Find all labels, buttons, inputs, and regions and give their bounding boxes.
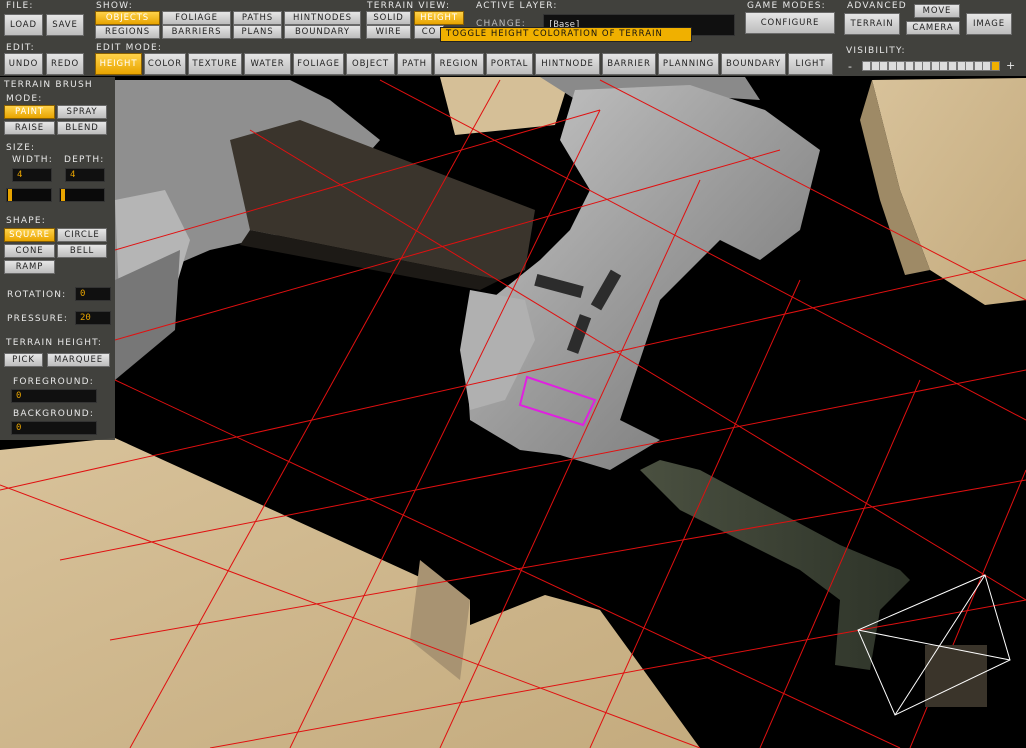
brush-width-slider-knob[interactable] <box>8 189 12 201</box>
game-modes-label: Game Modes: <box>747 1 826 11</box>
visibility-label: Visibility: <box>846 46 906 56</box>
foreground-height-field[interactable]: 0 <box>11 389 97 403</box>
visibility-decrease-button[interactable]: - <box>848 60 853 73</box>
image-mode-button[interactable]: Image <box>966 13 1012 35</box>
pressure-field[interactable]: 20 <box>75 311 111 325</box>
terrain-viewport[interactable] <box>0 0 1026 748</box>
edit-mode-barrier-tab[interactable]: Barrier <box>602 53 656 75</box>
file-label: File: <box>6 1 34 11</box>
brush-spray-button[interactable]: Spray <box>57 105 107 119</box>
show-hintnodes-toggle[interactable]: HintNodes <box>284 11 361 25</box>
height-pick-button[interactable]: Pick <box>4 353 43 367</box>
foreground-label: Foreground: <box>13 377 94 387</box>
edit-mode-texture-tab[interactable]: Texture <box>188 53 242 75</box>
edit-mode-path-tab[interactable]: Path <box>397 53 432 75</box>
configure-button[interactable]: Configure <box>745 12 835 34</box>
redo-button[interactable]: Redo <box>46 53 84 75</box>
terrain-view-solid-button[interactable]: Solid <box>366 11 411 25</box>
terrain-height-label: Terrain Height: <box>6 338 103 348</box>
edit-mode-boundary-tab[interactable]: Boundary <box>721 53 786 75</box>
brush-depth-slider[interactable] <box>59 188 105 202</box>
brush-depth-field[interactable]: 4 <box>65 168 105 182</box>
edit-mode-light-tab[interactable]: Light <box>788 53 833 75</box>
visibility-step[interactable] <box>991 61 1000 71</box>
height-toggle-tooltip: Toggle height coloration of terrain <box>440 27 692 42</box>
show-foliage-toggle[interactable]: Foliage <box>162 11 231 25</box>
terrain-mode-button[interactable]: Terrain <box>844 13 900 35</box>
rotation-field[interactable]: 0 <box>75 287 111 301</box>
edit-mode-planning-tab[interactable]: Planning <box>658 53 719 75</box>
shape-circle-button[interactable]: Circle <box>57 228 107 242</box>
pressure-label: Pressure: <box>7 314 69 324</box>
shape-cone-button[interactable]: Cone <box>4 244 55 258</box>
terrain-brush-panel: Terrain Brush Mode: Paint Spray Raise Bl… <box>0 77 115 440</box>
undo-button[interactable]: Undo <box>4 53 43 75</box>
save-button[interactable]: Save <box>46 14 84 36</box>
show-paths-toggle[interactable]: Paths <box>233 11 282 25</box>
terrain-view-height-button[interactable]: Height <box>414 11 464 25</box>
edit-mode-hintnode-tab[interactable]: HintNode <box>535 53 600 75</box>
show-boundary-toggle[interactable]: Boundary <box>284 25 361 39</box>
terrain-view-wire-button[interactable]: Wire <box>366 25 411 39</box>
edit-mode-foliage-tab[interactable]: Foliage <box>293 53 344 75</box>
background-label: Background: <box>13 409 95 419</box>
height-marquee-button[interactable]: Marquee <box>47 353 110 367</box>
show-plans-toggle[interactable]: Plans <box>233 25 282 39</box>
brush-size-label: Size: <box>6 143 36 153</box>
edit-mode-height-tab[interactable]: Height <box>95 53 142 75</box>
advanced-label: Advanced <box>847 1 907 11</box>
edit-mode-region-tab[interactable]: Region <box>434 53 484 75</box>
brush-depth-slider-knob[interactable] <box>61 189 65 201</box>
brush-blend-button[interactable]: Blend <box>57 121 107 135</box>
terrain-view-label: Terrain View: <box>367 1 451 11</box>
edit-mode-portal-tab[interactable]: Portal <box>486 53 533 75</box>
visibility-increase-button[interactable]: + <box>1006 59 1016 72</box>
rotation-label: Rotation: <box>7 290 67 300</box>
brush-width-field[interactable]: 4 <box>12 168 52 182</box>
brush-width-slider[interactable] <box>6 188 52 202</box>
brush-raise-button[interactable]: Raise <box>4 121 55 135</box>
shape-bell-button[interactable]: Bell <box>57 244 107 258</box>
show-regions-toggle[interactable]: Regions <box>95 25 160 39</box>
show-label: Show: <box>96 1 133 11</box>
show-objects-toggle[interactable]: Objects <box>95 11 160 25</box>
brush-shape-label: Shape: <box>6 216 46 226</box>
brush-depth-label: Depth: <box>64 155 105 165</box>
edit-mode-color-tab[interactable]: Color <box>144 53 186 75</box>
shape-ramp-button[interactable]: Ramp <box>4 260 55 274</box>
brush-width-label: Width: <box>12 155 53 165</box>
edit-mode-object-tab[interactable]: Object <box>346 53 395 75</box>
terrain-brush-title: Terrain Brush <box>4 80 93 90</box>
edit-label: Edit: <box>6 43 35 53</box>
brush-paint-button[interactable]: Paint <box>4 105 55 119</box>
edit-mode-water-tab[interactable]: Water <box>244 53 291 75</box>
move-mode-button[interactable]: Move <box>914 4 960 18</box>
brush-mode-label: Mode: <box>6 94 43 104</box>
camera-mode-button[interactable]: Camera <box>906 21 960 35</box>
edit-mode-label: Edit Mode: <box>96 43 163 53</box>
shape-square-button[interactable]: Square <box>4 228 55 242</box>
show-barriers-toggle[interactable]: Barriers <box>162 25 231 39</box>
active-layer-label: Active Layer: <box>476 1 558 11</box>
load-button[interactable]: Load <box>4 14 43 36</box>
background-height-field[interactable]: 0 <box>11 421 97 435</box>
